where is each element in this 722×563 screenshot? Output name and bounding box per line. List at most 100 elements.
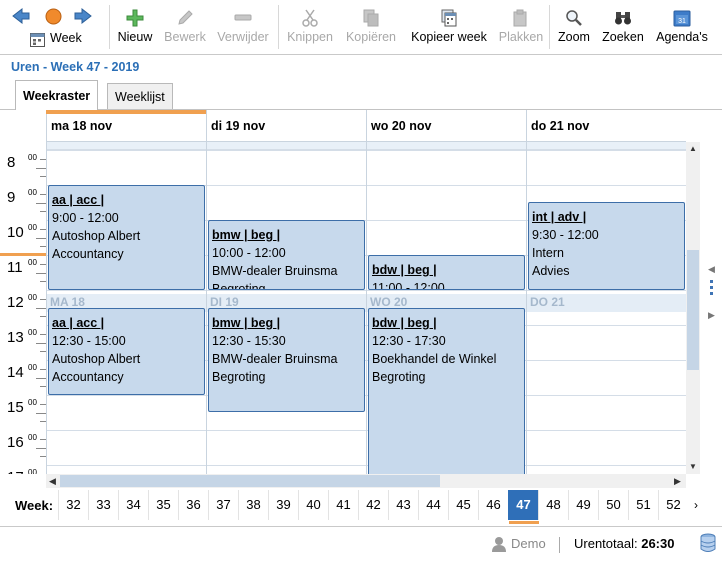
week-button[interactable]: 36 [178, 490, 208, 520]
appointment-time: 11:00 - 12:00 [372, 281, 445, 290]
week-button[interactable]: 42 [358, 490, 388, 520]
appointment-code: int | adv | [532, 210, 587, 224]
scroll-up-icon[interactable]: ▲ [689, 144, 697, 153]
quarter-tick [36, 237, 46, 239]
week-button[interactable]: 44 [418, 490, 448, 520]
day-divider [46, 142, 47, 474]
expand-right-icon[interactable]: ▶ [708, 310, 715, 321]
week-button[interactable]: 33 [88, 490, 118, 520]
copy-button[interactable]: Kopiëren [342, 4, 400, 52]
day-header-thursday[interactable]: do 21 nov [526, 110, 686, 141]
calendar-icon: 31 [652, 4, 712, 30]
vertical-scroll-thumb[interactable] [687, 250, 699, 370]
next-week-arrow-icon[interactable] [74, 7, 92, 27]
drag-handle-icon[interactable] [710, 280, 713, 296]
side-panel-toggle[interactable]: ◀ ▶ [704, 250, 720, 330]
quarter-tick [36, 342, 46, 344]
hour-minutes: 00 [28, 398, 37, 407]
week-button[interactable]: 45 [448, 490, 478, 520]
calendar-icon-number: 31 [678, 18, 686, 25]
scroll-down-icon[interactable]: ▼ [689, 462, 697, 471]
toolbar-divider [549, 5, 550, 49]
appointment-activity: Accountancy [52, 247, 124, 261]
week-button[interactable]: 49 [568, 490, 598, 520]
week-button[interactable]: 40 [298, 490, 328, 520]
week-button[interactable]: 35 [148, 490, 178, 520]
appointment-code: aa | acc | [52, 316, 105, 330]
appointment[interactable]: bdw | beg | 11:00 - 12:00 [368, 255, 525, 290]
appointment-code: bdw | beg | [372, 263, 437, 277]
binoculars-icon [599, 4, 647, 30]
vertical-scrollbar[interactable]: ▲ ▼ [686, 142, 700, 474]
appointment-client: Boekhandel de Winkel [372, 352, 497, 366]
page-title: Uren - Week 47 - 2019 [11, 60, 140, 74]
appointment[interactable]: int | adv | 9:30 - 12:00 Intern Advies [528, 202, 685, 290]
toolbar-divider [109, 5, 110, 49]
edit-button[interactable]: Bewerk [162, 4, 208, 52]
plus-icon [115, 4, 155, 30]
week-button[interactable]: 43 [388, 490, 418, 520]
day-header-wednesday[interactable]: wo 20 nov [366, 110, 526, 141]
next-weeks-chevron-icon[interactable]: › [694, 498, 698, 512]
delete-button[interactable]: Verwijder [214, 4, 272, 52]
week-button[interactable]: 52 [658, 490, 688, 520]
scroll-left-icon[interactable]: ◀ [49, 474, 56, 488]
tab-weekraster[interactable]: Weekraster [15, 80, 99, 110]
paste-button[interactable]: Plakken [497, 4, 545, 52]
appointment[interactable]: bmw | beg | 10:00 - 12:00 BMW-dealer Bru… [208, 220, 365, 290]
appointment[interactable]: bdw | beg | 12:30 - 17:30 Boekhandel de … [368, 308, 525, 474]
horizontal-scrollbar[interactable]: ◀ ▶ [46, 474, 686, 488]
week-button[interactable]: 34 [118, 490, 148, 520]
appointment-time: 9:00 - 12:00 [52, 211, 119, 225]
new-button[interactable]: Nieuw [115, 4, 155, 52]
collapse-left-icon[interactable]: ◀ [708, 264, 715, 275]
scroll-right-icon[interactable]: ▶ [674, 474, 681, 488]
appointment-code: aa | acc | [52, 193, 105, 207]
paste-icon [497, 4, 545, 30]
copy-week-button[interactable]: Kopieer week [406, 4, 492, 52]
hour-minutes: 00 [28, 363, 37, 372]
week-button[interactable]: 46 [478, 490, 508, 520]
day-header-monday[interactable]: ma 18 nov [46, 110, 207, 141]
copy-week-icon [406, 4, 492, 30]
hour-number: 14 [7, 364, 24, 381]
hour-minutes: 00 [28, 468, 37, 474]
magnifier-icon [554, 4, 594, 30]
zoom-button[interactable]: Zoom [554, 4, 594, 52]
previous-week-arrow-icon[interactable] [12, 7, 30, 27]
hour-minutes: 00 [28, 293, 37, 302]
calendars-button[interactable]: 31 Agenda's [652, 4, 712, 52]
time-grid[interactable]: 80090010001100120013001400150016001700 M… [0, 142, 686, 474]
cut-button[interactable]: Knippen [284, 4, 336, 52]
appointment-code: bdw | beg | [372, 316, 437, 330]
lunch-label: WO 20 [370, 295, 408, 309]
appointment[interactable]: aa | acc | 12:30 - 15:00 Autoshop Albert… [48, 308, 205, 395]
week-button[interactable]: 39 [268, 490, 298, 520]
pencil-icon [162, 4, 208, 30]
hour-number: 8 [7, 154, 16, 171]
week-button[interactable]: 48 [538, 490, 568, 520]
day-header-tuesday[interactable]: di 19 nov [206, 110, 366, 141]
week-button[interactable]: 41 [328, 490, 358, 520]
calendar-small-icon [30, 32, 45, 50]
status-bar: Demo Urentotaal: 26:30 [0, 526, 722, 563]
lunch-label: DO 21 [530, 295, 565, 309]
horizontal-scroll-thumb[interactable] [60, 475, 440, 487]
today-circle-icon[interactable] [45, 8, 62, 28]
week-button-selected[interactable]: 47 [508, 490, 539, 524]
search-button[interactable]: Zoeken [599, 4, 647, 52]
hour-number: 12 [7, 294, 24, 311]
week-button[interactable]: 51 [628, 490, 658, 520]
appointment[interactable]: aa | acc | 9:00 - 12:00 Autoshop Albert … [48, 185, 205, 290]
week-button[interactable]: 38 [238, 490, 268, 520]
hour-number: 10 [7, 224, 24, 241]
appointment-activity: Advies [532, 264, 570, 278]
database-icon[interactable] [700, 533, 716, 556]
app-window: Week Nieuw Bewerk Verwijder Knippen Kopi… [0, 0, 722, 563]
week-button[interactable]: 50 [598, 490, 628, 520]
appointment[interactable]: bmw | beg | 12:30 - 15:30 BMW-dealer Bru… [208, 308, 365, 412]
week-button[interactable]: 32 [58, 490, 88, 520]
week-button[interactable]: 37 [208, 490, 238, 520]
tab-weeklijst[interactable]: Weeklijst [107, 83, 173, 110]
appointment-activity: Begroting [372, 370, 426, 384]
